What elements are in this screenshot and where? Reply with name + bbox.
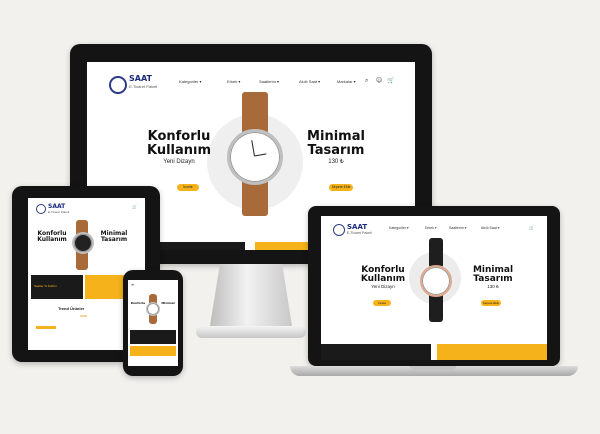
laptop-hero-left: Konforlu Kullanım Yeni Dizayn	[351, 265, 415, 290]
hero-left-cta[interactable]: İncele	[177, 184, 199, 191]
phone-watch-face	[146, 302, 160, 316]
hero-left-line1: Konforlu	[147, 129, 211, 144]
laptop-cart-icon[interactable]: 🛒	[529, 225, 534, 230]
laptop-hero-right-sub: 130 ₺	[487, 283, 499, 289]
laptop-banner-dark	[321, 344, 431, 360]
logo-title: SAAT	[129, 74, 152, 83]
nav-item-erkek[interactable]: Erkek ▾	[227, 79, 240, 84]
logo-subtitle: E-Ticaret Paketi	[129, 84, 158, 89]
hero-right-text: Minimal Tasarım 130 ₺	[301, 130, 371, 166]
laptop-hero-right-cta[interactable]: Sepete Ekle	[481, 300, 501, 306]
laptop-logo-icon	[333, 224, 345, 236]
search-icon[interactable]: ⌕	[365, 77, 368, 85]
laptop-hero-right: Minimal Tasarım 130 ₺	[463, 265, 523, 290]
tablet-cart-icon[interactable]: 🛒	[132, 204, 137, 209]
laptop-screen: SAAT E-Ticaret Paketi Kategoriler ▾ Erke…	[321, 216, 547, 360]
phone-screen: ≡ Konforlu Minimal	[128, 280, 178, 366]
hero-right-sub: 130 ₺	[328, 159, 344, 166]
laptop-hero-left-cta[interactable]: İncele	[373, 300, 391, 306]
laptop-banner-yellow	[437, 344, 547, 360]
tablet-hero-left-line2: Kullanım	[37, 236, 67, 244]
tablet-logo-subtitle: E-Ticaret Paketi	[48, 210, 70, 214]
laptop-watch-strap-top	[429, 238, 443, 268]
watch-face	[227, 129, 283, 185]
laptop-watch-face	[420, 265, 452, 297]
tablet-hero-left: Konforlu Kullanım	[30, 230, 74, 244]
tablet-banner-text: Saatler % İndirim	[34, 284, 57, 288]
hero-right-cta[interactable]: Sepete Ekle	[329, 184, 353, 191]
laptop-nav-akilli[interactable]: Akıllı Saat ▾	[481, 226, 500, 230]
hero-left-text: Konforlu Kullanım Yeni Dizayn	[139, 130, 219, 166]
laptop-logo-subtitle: E-Ticaret Paketi	[347, 231, 372, 235]
hero-left-line2: Kullanım	[146, 142, 212, 158]
phone-hero-left: Konforlu	[130, 301, 146, 305]
nav-item-akilli-saat[interactable]: Akıllı Saat ▾	[299, 79, 320, 84]
laptop-logo-title: SAAT	[347, 223, 368, 231]
phone-banner	[130, 330, 176, 344]
laptop-nav-erkek[interactable]: Erkek ▾	[425, 226, 437, 230]
phone: ≡ Konforlu Minimal	[123, 270, 183, 376]
monitor-base	[196, 326, 306, 338]
hero-right-line2: Tasarım	[307, 142, 365, 158]
phone-menu-icon[interactable]: ≡	[131, 282, 134, 287]
phone-banner-yellow	[130, 346, 176, 356]
nav-item-markalar[interactable]: Markalar ▾	[337, 79, 356, 84]
nav-item-kategoriler[interactable]: Kategoriler ▾	[179, 79, 201, 84]
laptop: SAAT E-Ticaret Paketi Kategoriler ▾ Erke…	[308, 206, 560, 366]
laptop-nav-saatlerim[interactable]: Saatlerim ▾	[449, 226, 467, 230]
tablet-hero-right: Minimal Tasarım	[92, 230, 136, 244]
tablet-logo-title: SAAT	[48, 203, 66, 210]
laptop-hero-left-sub: Yeni Dizayn	[371, 283, 395, 289]
cart-icon[interactable]: 🛒	[387, 77, 394, 84]
monitor-neck	[210, 264, 292, 326]
logo-icon	[109, 76, 127, 94]
tablet-logo-icon	[36, 204, 46, 214]
phone-hero-right: Minimal	[161, 301, 175, 305]
hero-left-sub: Yeni Dizayn	[163, 159, 195, 166]
laptop-nav-kategoriler[interactable]: Kategoriler ▾	[389, 226, 409, 230]
nav-item-saatlerim[interactable]: Saatlerim ▾	[259, 79, 279, 84]
user-icon[interactable]: ☺	[376, 77, 382, 84]
tablet-watch-face	[72, 232, 94, 254]
tablet-trend-title: Trend Ürünler	[58, 306, 85, 311]
tablet-price: 299₺	[80, 314, 87, 318]
hero-right-line1: Minimal	[307, 129, 365, 144]
tablet-hero-right-line2: Tasarım	[100, 236, 128, 244]
tablet-product-bar	[36, 326, 56, 329]
laptop-notch	[410, 366, 456, 370]
watch-strap-top	[242, 92, 268, 134]
